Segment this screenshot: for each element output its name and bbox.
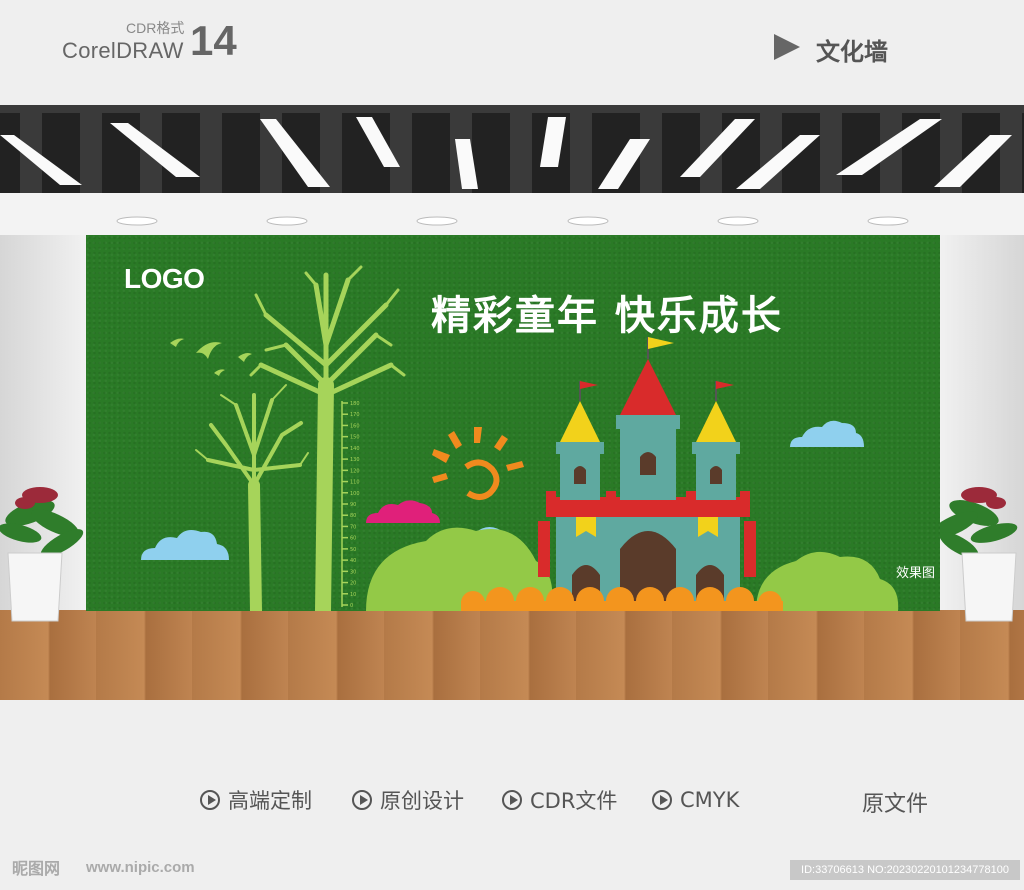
- ruler-label: 50: [350, 547, 356, 553]
- ruler-label: 60: [350, 536, 356, 542]
- feature-list: 高端定制 原创设计 CDR文件 CMYK: [200, 786, 780, 816]
- cloud-pink: [366, 500, 440, 523]
- category-label: 文化墙: [816, 38, 888, 66]
- source-file-label: 原文件: [862, 792, 929, 817]
- ruler-label: 30: [350, 569, 356, 575]
- ruler-label: 40: [350, 558, 356, 564]
- software-badge: CDR格式 CorelDRAW 14: [62, 18, 252, 68]
- feature-item: 原创设计: [352, 786, 464, 814]
- feature-item: CMYK: [652, 786, 739, 814]
- feature-item: 高端定制: [200, 786, 312, 814]
- ruler-label: 80: [350, 513, 356, 519]
- effect-image-label: 效果图: [896, 566, 936, 581]
- software-version: 14: [190, 17, 237, 64]
- play-arrow-icon: [774, 34, 800, 60]
- wall-illustration: 0 10 20 30 40 50 60 70 80 90 100 110 120 130 140 150 160…: [141, 265, 899, 611]
- feature-label: 原创设计: [380, 789, 464, 813]
- feature-label: CMYK: [680, 788, 740, 812]
- cloud-right: [790, 420, 864, 447]
- ruler-label: 160: [350, 423, 360, 429]
- ruler-label: 0: [350, 603, 353, 609]
- ruler-label: 130: [350, 457, 360, 463]
- ruler-label: 20: [350, 581, 356, 587]
- castle-illustration: [538, 337, 756, 605]
- site-logo: 昵图网: [12, 859, 61, 878]
- potted-plant-left: [0, 487, 84, 622]
- play-circle-icon: [652, 790, 672, 810]
- sun-icon: [432, 427, 524, 500]
- feature-label: 高端定制: [228, 789, 312, 813]
- image-id-badge: ID:33706613 NO:20230220101234778100: [790, 860, 1020, 880]
- ruler-label: 100: [350, 491, 360, 497]
- ceiling-soffit: [0, 193, 1024, 235]
- site-url: www.nipic.com: [86, 859, 195, 876]
- ruler-label: 110: [350, 480, 360, 486]
- potted-plant-right: [934, 487, 1018, 622]
- wood-floor: [0, 610, 1024, 700]
- ruler-label: 170: [350, 412, 360, 418]
- play-circle-icon: [200, 790, 220, 810]
- height-ruler: 0 10 20 30 40 50 60 70 80 90 100 110 120 130 140 150 160…: [341, 401, 360, 609]
- format-label: CDR格式: [126, 20, 185, 36]
- feature-label: CDR文件: [530, 789, 618, 813]
- ruler-label: 180: [350, 401, 360, 407]
- tree-large: [249, 265, 406, 611]
- play-circle-icon: [502, 790, 522, 810]
- ground-scallops: [461, 587, 783, 611]
- ruler-label: 90: [350, 502, 356, 508]
- cloud-left: [141, 530, 229, 560]
- culture-wall-panel: LOGO 精彩童年 快乐成长 0 10 20 30 40 50 60 70 80…: [86, 235, 940, 611]
- ceiling-grille: [0, 105, 1024, 193]
- ruler-label: 120: [350, 468, 360, 474]
- ruler-label: 70: [350, 524, 356, 530]
- feature-item: CDR文件: [502, 786, 617, 814]
- play-circle-icon: [352, 790, 372, 810]
- ruler-label: 150: [350, 435, 360, 441]
- tree-small: [195, 384, 309, 611]
- birds-icon: [170, 338, 252, 376]
- ruler-label: 140: [350, 446, 360, 452]
- ruler-label: 10: [350, 592, 356, 598]
- software-name: CorelDRAW: [62, 38, 184, 63]
- room-scene: LOGO 精彩童年 快乐成长 0 10 20 30 40 50 60 70 80…: [0, 105, 1024, 700]
